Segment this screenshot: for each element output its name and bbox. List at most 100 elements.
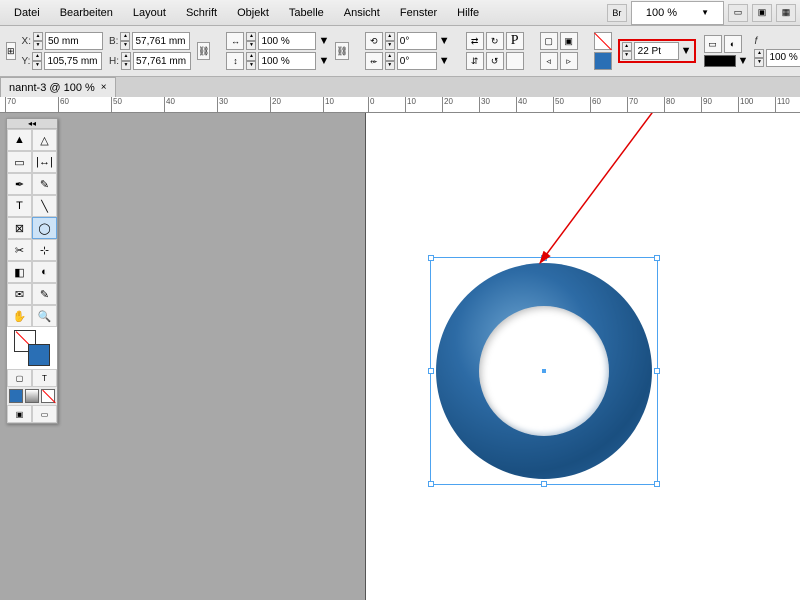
direct-selection-tool[interactable]: △ — [32, 129, 57, 151]
menu-hilfe[interactable]: Hilfe — [447, 3, 489, 23]
ruler-tick: 50 — [553, 97, 564, 113]
view-mode-normal-icon[interactable]: ▣ — [7, 405, 32, 423]
ellipse-tool[interactable]: ◯ — [32, 217, 57, 239]
document-tab-bar: nannt-3 @ 100 % × — [0, 77, 800, 97]
w-label: B: — [109, 36, 118, 47]
stroke-weight-input[interactable]: 22 Pt — [634, 42, 679, 60]
ruler-tick: 90 — [701, 97, 712, 113]
select-content-icon[interactable]: ▣ — [560, 32, 578, 50]
view-mode-preview-icon[interactable]: ▭ — [32, 405, 57, 423]
page[interactable] — [365, 113, 800, 600]
scissors-tool[interactable]: ✂ — [7, 239, 32, 261]
select-container-icon[interactable]: ▢ — [540, 32, 558, 50]
menu-objekt[interactable]: Objekt — [227, 3, 279, 23]
menu-bearbeiten[interactable]: Bearbeiten — [50, 3, 123, 23]
constrain-scale-icon[interactable]: ⛓ — [335, 42, 348, 60]
screen-mode-icon[interactable]: ▭ — [728, 4, 748, 22]
pencil-tool[interactable]: ✎ — [32, 173, 57, 195]
type-tool[interactable]: T — [7, 195, 32, 217]
y-input[interactable]: 105,75 mm — [44, 52, 102, 70]
line-tool[interactable]: ╲ — [32, 195, 57, 217]
bridge-icon[interactable]: Br — [607, 4, 627, 22]
pen-tool[interactable]: ✒ — [7, 173, 32, 195]
scale-y-input[interactable]: 100 % — [258, 52, 316, 70]
menu-tabelle[interactable]: Tabelle — [279, 3, 334, 23]
eyedropper-tool[interactable]: ✎ — [32, 283, 57, 305]
fill-color-icon[interactable] — [594, 52, 612, 70]
horizontal-ruler: 706050403020100102030405060708090100110 — [0, 97, 800, 113]
select-next-icon[interactable]: ▹ — [560, 52, 578, 70]
swatch-3[interactable] — [41, 389, 55, 403]
page-tool[interactable]: ▭ — [7, 151, 32, 173]
h-input[interactable]: 57,761 mm — [133, 52, 191, 70]
fill-none-icon[interactable] — [594, 32, 612, 50]
arrange-icon[interactable]: ▣ — [752, 4, 772, 22]
rectangle-frame-tool[interactable]: ⊠ — [7, 217, 32, 239]
scale-x-input[interactable]: 100 % — [258, 32, 316, 50]
ruler-tick: 70 — [5, 97, 16, 113]
selection-tool[interactable]: ▲ — [7, 129, 32, 151]
scale-y-icon: ↕ — [226, 52, 244, 70]
menu-bar: Datei Bearbeiten Layout Schrift Objekt T… — [0, 0, 800, 26]
formatting-container-icon[interactable]: ▢ — [7, 369, 32, 387]
ruler-tick: 50 — [111, 97, 122, 113]
zoom-tool[interactable]: 🔍 — [32, 305, 57, 327]
wrap-icon[interactable]: ◐ — [724, 35, 742, 53]
menu-datei[interactable]: Datei — [4, 3, 50, 23]
formatting-text-icon[interactable]: T — [32, 369, 57, 387]
stroke-color-bar[interactable] — [704, 55, 736, 67]
opacity-input[interactable]: 100 % — [766, 49, 800, 67]
swatch-2[interactable] — [25, 389, 39, 403]
rotate-input[interactable]: 0° — [397, 32, 437, 50]
ruler-tick: 10 — [405, 97, 416, 113]
flip-h-icon[interactable]: ⇄ — [466, 32, 484, 50]
gradient-feather-tool[interactable]: ◐ — [32, 261, 57, 283]
panel-collapse-icon[interactable]: ◂◂ — [7, 119, 57, 129]
ruler-tick: 20 — [270, 97, 281, 113]
ruler-tick: 0 — [368, 97, 374, 113]
rotate-cw-icon[interactable]: ↻ — [486, 32, 504, 50]
note-tool[interactable]: ✉ — [7, 283, 32, 305]
document-tab[interactable]: nannt-3 @ 100 % × — [0, 77, 116, 97]
reference-point-icon[interactable]: ⊞ — [6, 42, 16, 60]
effects-icon[interactable]: ▭ — [704, 35, 722, 53]
ruler-tick: 10 — [323, 97, 334, 113]
flip-v-icon[interactable]: ⇵ — [466, 52, 484, 70]
ruler-tick: 20 — [442, 97, 453, 113]
menu-ansicht[interactable]: Ansicht — [334, 3, 390, 23]
constrain-wh-icon[interactable]: ⛓ — [197, 42, 210, 60]
zoom-level[interactable]: 100 %▼ — [631, 1, 724, 25]
rotate-icon: ⟲ — [365, 32, 383, 50]
ruler-tick: 60 — [58, 97, 69, 113]
menu-fenster[interactable]: Fenster — [390, 3, 447, 23]
fill-stroke-proxy[interactable] — [7, 327, 57, 369]
free-transform-tool[interactable]: ⊹ — [32, 239, 57, 261]
swatch-row — [7, 387, 57, 405]
menu-schrift[interactable]: Schrift — [176, 3, 227, 23]
ruler-tick: 40 — [164, 97, 175, 113]
gradient-swatch-tool[interactable]: ◧ — [7, 261, 32, 283]
x-input[interactable]: 50 mm — [45, 32, 103, 50]
ruler-tick: 70 — [627, 97, 638, 113]
shear-input[interactable]: 0° — [397, 52, 437, 70]
blank-icon — [506, 52, 524, 70]
tab-close-icon[interactable]: × — [101, 82, 107, 93]
ruler-tick: 30 — [479, 97, 490, 113]
rotate-ccw-icon[interactable]: ↺ — [486, 52, 504, 70]
hand-tool[interactable]: ✋ — [7, 305, 32, 327]
ruler-tick: 30 — [217, 97, 228, 113]
menu-layout[interactable]: Layout — [123, 3, 176, 23]
w-input[interactable]: 57,761 mm — [132, 32, 190, 50]
swatch-1[interactable] — [9, 389, 23, 403]
select-prev-icon[interactable]: ◃ — [540, 52, 558, 70]
ruler-tick: 80 — [664, 97, 675, 113]
tab-title: nannt-3 @ 100 % — [9, 82, 95, 94]
view-options-icon[interactable]: ▦ — [776, 4, 796, 22]
gap-tool[interactable]: |↔| — [32, 151, 57, 173]
tools-panel: ◂◂ ▲ △ ▭ |↔| ✒ ✎ T ╲ ⊠ ◯ ✂ ⊹ ◧ ◐ ✉ ✎ ✋ 🔍… — [6, 118, 58, 424]
selection-bounds — [430, 257, 658, 485]
ruler-tick: 60 — [590, 97, 601, 113]
ruler-tick: 100 — [738, 97, 753, 113]
ruler-tick: 40 — [516, 97, 527, 113]
h-label: H: — [109, 56, 119, 67]
